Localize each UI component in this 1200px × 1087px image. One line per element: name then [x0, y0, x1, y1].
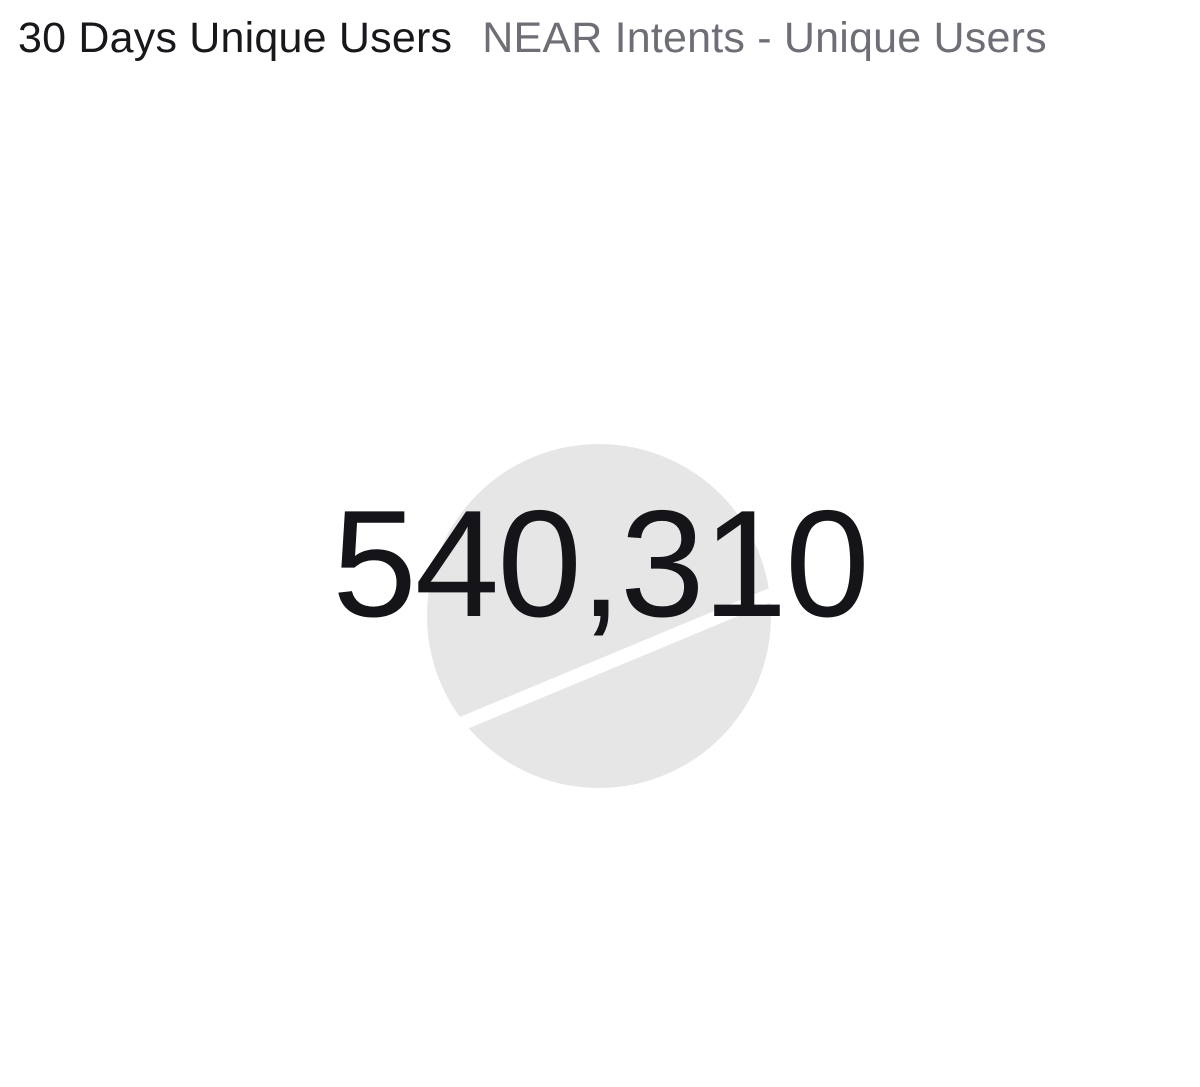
- metric-value: 540,310: [332, 479, 869, 649]
- widget-subtitle: NEAR Intents - Unique Users: [482, 14, 1047, 62]
- widget-header: 30 Days Unique Users NEAR Intents - Uniq…: [18, 14, 1182, 74]
- widget-title: 30 Days Unique Users: [18, 14, 453, 62]
